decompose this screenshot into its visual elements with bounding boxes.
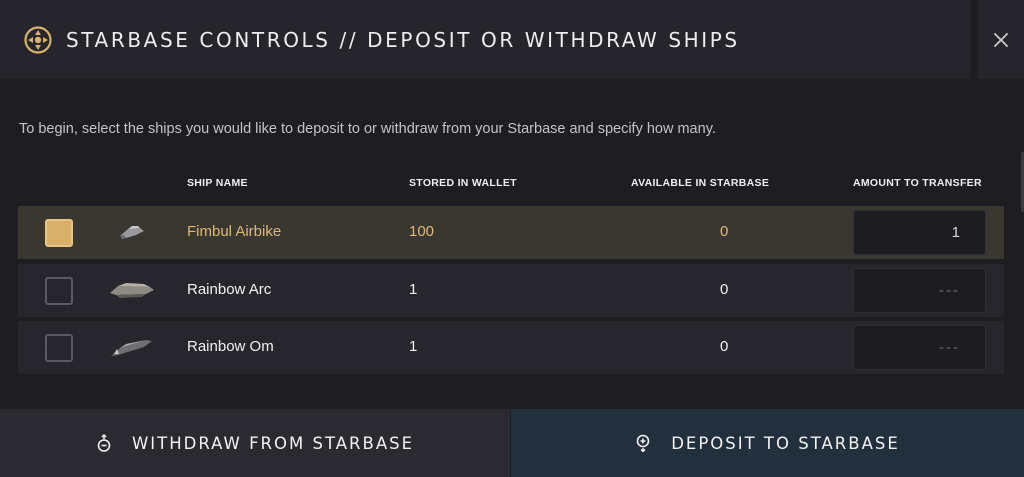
modal-title: STARBASE CONTROLS // DEPOSIT OR WITHDRAW… [66, 27, 740, 52]
amount-input[interactable] [853, 268, 986, 313]
ship-thumbnail [111, 340, 152, 356]
amount-input[interactable] [853, 325, 986, 370]
row-checkbox[interactable] [45, 334, 73, 362]
ship-thumbnail [120, 226, 144, 239]
intro-text: To begin, select the ships you would lik… [19, 121, 716, 137]
close-icon [994, 32, 1008, 47]
withdraw-icon [97, 434, 111, 452]
available-in-starbase: 0 [720, 338, 729, 355]
table-row[interactable]: Fimbul Airbike 100 0 [18, 206, 1004, 259]
available-in-starbase: 0 [720, 223, 729, 240]
modal-header: STARBASE CONTROLS // DEPOSIT OR WITHDRAW… [0, 0, 971, 79]
ship-name: Rainbow Arc [187, 281, 272, 298]
column-header-stored: STORED IN WALLET [409, 177, 517, 189]
row-checkbox[interactable] [45, 219, 73, 247]
amount-input[interactable] [853, 210, 986, 255]
column-header-ship-name: SHIP NAME [187, 177, 248, 189]
starbase-logo-icon [24, 25, 52, 54]
ship-thumbnail [110, 283, 154, 298]
close-button[interactable] [978, 0, 1024, 79]
deposit-button-label: DEPOSIT TO STARBASE [671, 433, 900, 453]
stored-in-wallet: 1 [409, 281, 418, 298]
stored-in-wallet: 100 [409, 223, 435, 240]
column-header-available: AVAILABLE IN STARBASE [631, 177, 770, 189]
table-row[interactable]: Rainbow Om 1 0 [18, 321, 1004, 374]
row-checkbox[interactable] [45, 277, 73, 305]
stored-in-wallet: 1 [409, 338, 418, 355]
available-in-starbase: 0 [720, 281, 729, 298]
column-header-amount: AMOUNT TO TRANSFER [853, 177, 982, 189]
withdraw-button-label: WITHDRAW FROM STARBASE [131, 433, 415, 453]
ship-name: Rainbow Om [187, 338, 274, 355]
withdraw-button[interactable]: WITHDRAW FROM STARBASE [0, 409, 510, 477]
table-row[interactable]: Rainbow Arc 1 0 [18, 264, 1004, 317]
ship-name: Fimbul Airbike [187, 223, 282, 240]
deposit-icon [636, 434, 650, 452]
deposit-button[interactable]: DEPOSIT TO STARBASE [511, 409, 1024, 477]
